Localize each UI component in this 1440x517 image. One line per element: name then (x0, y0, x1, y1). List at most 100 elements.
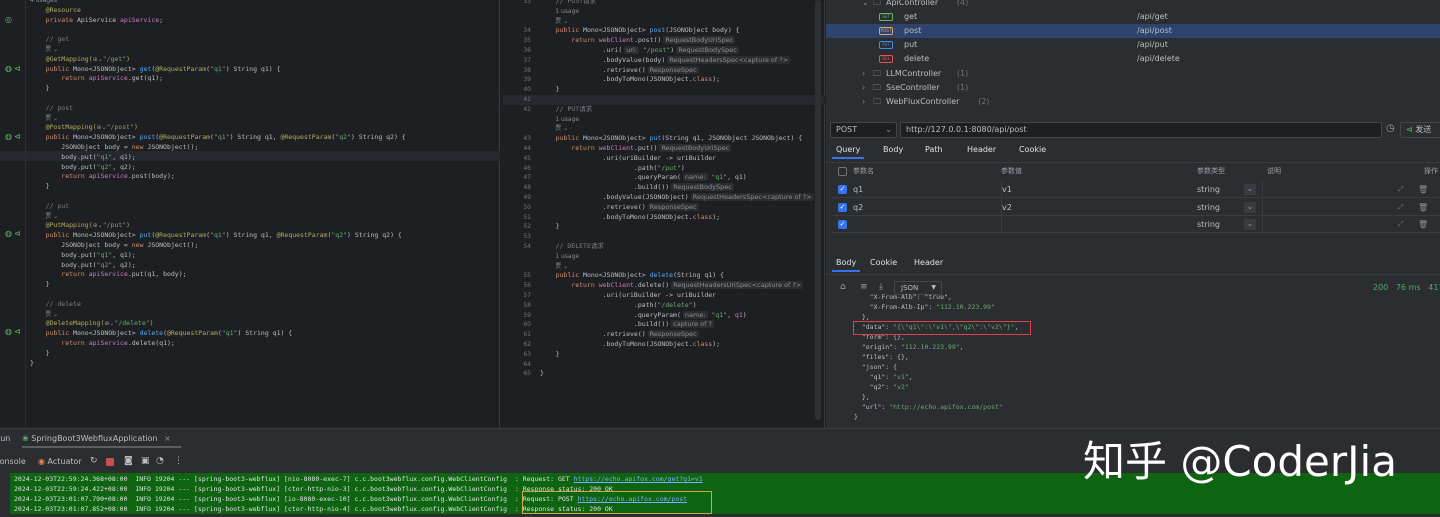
service-editor[interactable]: 33 34 35 36 37 38 39 40 41 42 43 44 45 46 47 48 49 50 51 52… (503, 0, 825, 428)
param-name[interactable] (853, 216, 993, 233)
param-checkbox[interactable]: ✓ (838, 202, 847, 212)
app-run-tab[interactable]: ❀ SpringBoot3WebfluxApplication × (22, 432, 181, 448)
param-value[interactable]: v2 (1001, 198, 1191, 216)
tab-body[interactable]: Body (883, 145, 903, 154)
tab-header[interactable]: Header (967, 145, 996, 154)
tree-controller[interactable]: ⌄ 🗀 ApiController (4) (826, 0, 1440, 10)
method-select[interactable]: POST ⌄ (830, 122, 897, 138)
code-area[interactable]: 4 usages @Resource private ApiService ap… (30, 0, 500, 426)
trash-icon[interactable]: 🗑 (1418, 181, 1428, 198)
chevron-icon[interactable]: ⌄ (862, 0, 869, 10)
tab-cookie[interactable]: Cookie (1019, 145, 1046, 154)
api-tool-panel: ⌄ 🗀 ApiController (4) GET get/api/get POST post… (826, 0, 1440, 428)
bean-icon[interactable]: ◎ (5, 15, 14, 24)
param-name[interactable]: q2 (853, 199, 993, 216)
param-checkbox[interactable]: ✓ (838, 220, 847, 229)
camera-icon[interactable]: ◙ (124, 456, 133, 466)
code-line: } (540, 350, 560, 360)
code-token: "json": { (854, 363, 898, 371)
endpoint-icon[interactable]: ◍ (5, 132, 14, 141)
endpoint-icon[interactable]: ◍ (5, 229, 14, 238)
code-line: 1 usage (540, 7, 579, 17)
chevron-down-icon[interactable]: ⌄ (1244, 201, 1256, 213)
tree-endpoint[interactable]: POST post/api/post (826, 24, 1440, 38)
param-value[interactable] (1001, 216, 1191, 233)
param-value[interactable]: v1 (1001, 181, 1191, 198)
chevron-down-icon[interactable]: ⌄ (1244, 184, 1256, 195)
expand-icon[interactable]: ⤢ (1398, 181, 1404, 198)
code-token: "q1" (96, 250, 113, 259)
param-type[interactable]: string (1197, 199, 1220, 216)
code-area[interactable]: // POST请求 1 usage 贾 ⌄ public Mono<JSONOb… (540, 0, 825, 425)
param-name[interactable]: q1 (853, 181, 993, 198)
send-request-icon[interactable]: ⊲ (14, 132, 23, 141)
tree-controller[interactable]: › 🗀 LLMController (1) (826, 67, 1440, 81)
tree-controller[interactable]: › 🗀 WebFluxController (2) (826, 95, 1440, 109)
tree-endpoint[interactable]: DEL delete/api/delete (826, 52, 1440, 66)
download-icon[interactable]: ⤓ (879, 282, 883, 292)
tree-endpoint[interactable]: PUT put/api/put (826, 38, 1440, 52)
dump-icon[interactable]: ▣ (141, 456, 150, 466)
history-icon[interactable]: ◷ (1386, 123, 1395, 134)
response-body[interactable]: "X-From-Alb": "true", "X-From-Alb-Ip": "… (854, 293, 1434, 423)
param-checkbox[interactable]: ✓ (838, 185, 847, 194)
line-number: 57 (523, 292, 531, 299)
profiler-icon[interactable]: ◔ (156, 456, 164, 466)
code-line: } (540, 369, 544, 379)
tree-endpoint[interactable]: GET get/api/get (826, 10, 1440, 24)
rerun-icon[interactable]: ↻ (90, 456, 98, 466)
chevron-down-icon[interactable]: ⌄ (1244, 219, 1256, 230)
code-token: "q2" (335, 133, 351, 142)
close-icon[interactable]: × (164, 434, 171, 443)
code-token: public (540, 134, 584, 143)
code-token: apiService (120, 15, 160, 24)
trash-icon[interactable]: 🗑 (1418, 216, 1428, 233)
code-line: // DELETE请求 (540, 242, 604, 252)
response-tab-cookie[interactable]: Cookie (870, 258, 897, 267)
console-tab[interactable]: Console (0, 457, 26, 466)
code-token: } (30, 348, 50, 357)
code-token: (String q1) { (673, 271, 724, 280)
send-button[interactable]: ⊲ 发送 (1400, 122, 1440, 138)
wrap-icon[interactable]: ≡ (860, 282, 868, 292)
response-tab-body[interactable]: Body (831, 258, 861, 272)
actuator-tab[interactable]: ◉ Actuator (38, 457, 82, 466)
code-token: 贾 ⌄ (540, 17, 569, 25)
send-request-icon[interactable]: ⊲ (14, 64, 23, 73)
more-icon[interactable]: ⋮ (174, 456, 183, 466)
expand-icon[interactable]: ⤢ (1398, 216, 1404, 233)
code-token: , (959, 343, 964, 351)
send-request-icon[interactable]: ⊲ (14, 327, 23, 336)
trash-icon[interactable]: 🗑 (1418, 199, 1428, 216)
chevron-icon[interactable]: › (862, 95, 865, 109)
expand-icon[interactable]: ⤢ (1398, 199, 1404, 216)
param-type[interactable]: string (1197, 216, 1220, 233)
code-token: webClient (598, 281, 634, 290)
scrollbar[interactable] (815, 0, 821, 420)
endpoint-icon[interactable]: ◍ (5, 64, 14, 73)
select-all-checkbox[interactable] (838, 167, 847, 176)
url-input[interactable]: http://127.0.0.1:8080/api/post (900, 122, 1382, 138)
code-token: "/put" (657, 163, 681, 172)
code-token: .bodyToMono(JSONObject. (540, 340, 693, 348)
response-tab-header[interactable]: Header (914, 258, 943, 267)
code-token: ⊕⌄ (92, 55, 103, 63)
param-type[interactable]: string (1197, 181, 1220, 198)
clear-icon[interactable]: ⌂ (840, 282, 846, 292)
line-number: 54 (523, 243, 531, 250)
controller-editor[interactable]: ◎ ◍ ⊲ ◍ ⊲ ◍ ⊲ ◍ ⊲ 4 usages @Resource pri… (0, 0, 500, 428)
log-link[interactable]: https://echo.apifox.com/get?q1=v1 (574, 475, 703, 483)
code-token: webClient (598, 144, 634, 152)
code-line: .uri(uri: "/post") RequestBodySpec (540, 46, 739, 56)
stop-icon[interactable] (106, 458, 114, 466)
chevron-icon[interactable]: › (862, 67, 865, 81)
tab-path[interactable]: Path (925, 145, 943, 154)
chevron-icon[interactable]: › (862, 81, 865, 95)
method-badge-icon: DEL (879, 55, 893, 63)
tree-controller[interactable]: › 🗀 SseController (1) (826, 81, 1440, 95)
send-request-icon[interactable]: ⊲ (14, 229, 23, 238)
code-token: ) String q1, (229, 133, 281, 142)
endpoint-icon[interactable]: ◍ (5, 327, 14, 336)
code-token: "112.10.223.99" (900, 343, 960, 351)
tab-query[interactable]: Query (831, 145, 865, 159)
